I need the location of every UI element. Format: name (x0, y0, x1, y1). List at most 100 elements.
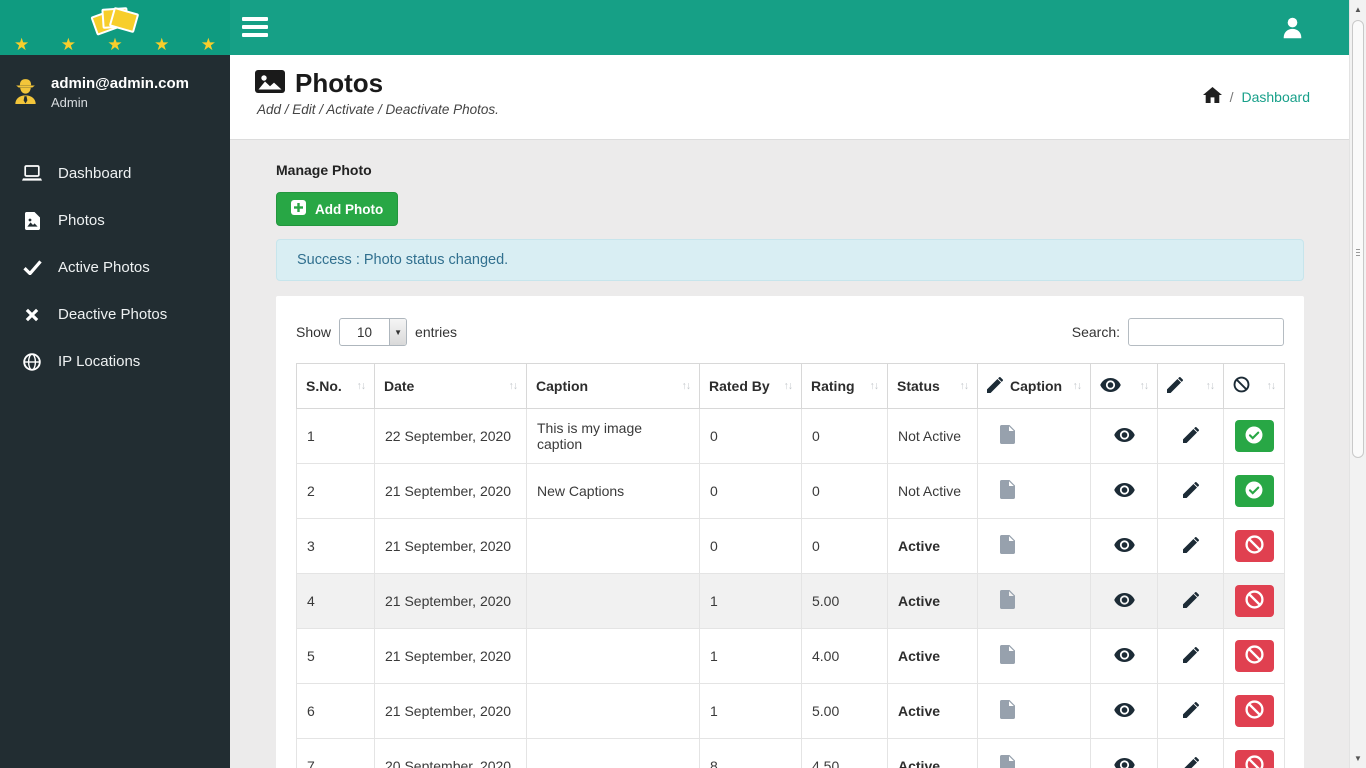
page-length-value: 10 (357, 324, 373, 340)
chevron-down-icon: ▼ (389, 319, 407, 345)
file-icon[interactable] (1000, 535, 1015, 557)
view-eye-icon[interactable] (1113, 757, 1135, 768)
add-photo-button[interactable]: Add Photo (276, 192, 399, 226)
breadcrumb-dashboard-link[interactable]: Dashboard (1242, 89, 1311, 105)
view-eye-icon[interactable] (1113, 482, 1135, 500)
column-header-rated-by[interactable]: Rated By ↑↓ (699, 363, 802, 409)
content-body: Manage Photo Add Photo Success : Photo s… (230, 140, 1366, 768)
table-header-row: S.No. ↑↓ Date ↑↓ Caption ↑↓ Rated By ↑↓ Rati… (296, 363, 1285, 409)
activate-button[interactable] (1234, 420, 1274, 452)
column-header-date[interactable]: Date ↑↓ (374, 363, 527, 409)
deactivate-button[interactable] (1234, 750, 1274, 768)
cell-view (1090, 463, 1158, 519)
cell-edit (1157, 573, 1224, 629)
view-eye-icon[interactable] (1113, 592, 1135, 610)
sidebar: ★ ★ ★ ★ ★ admin@admin.com Admin Dashboard (0, 0, 230, 768)
cell-edit (1157, 628, 1224, 684)
user-panel: admin@admin.com Admin (0, 55, 230, 128)
cell-status: Active (887, 573, 978, 629)
cell-rating: 5.00 (801, 573, 888, 629)
cell-action (1223, 573, 1285, 629)
column-header-edit-caption[interactable]: Caption ↑↓ (977, 363, 1091, 409)
hamburger-menu-icon[interactable] (242, 13, 270, 41)
cell-date: 22 September, 2020 (374, 408, 527, 464)
edit-pencil-icon[interactable] (1183, 756, 1199, 768)
cell-sno: 5 (296, 628, 375, 684)
cell-rated-by: 8 (699, 738, 802, 768)
edit-pencil-icon[interactable] (1182, 591, 1199, 611)
edit-pencil-icon[interactable] (1182, 536, 1199, 556)
edit-pencil-icon[interactable] (1182, 701, 1199, 721)
file-icon[interactable] (1000, 590, 1015, 612)
cell-rated-by: 0 (699, 408, 802, 464)
deactivate-button[interactable] (1234, 530, 1274, 562)
deactivate-button[interactable] (1234, 695, 1274, 727)
file-icon[interactable] (1000, 700, 1015, 722)
scroll-down-arrow-icon[interactable]: ▼ (1350, 750, 1366, 767)
user-secret-icon (12, 77, 39, 109)
file-icon[interactable] (1000, 645, 1015, 667)
table-body: 1 22 September, 2020 This is my image capt… (296, 408, 1285, 768)
view-eye-icon[interactable] (1113, 647, 1135, 665)
sidebar-item-active-photos[interactable]: Active Photos (0, 244, 230, 291)
page-length-control: Show 10 ▼ entries (296, 318, 457, 346)
globe-icon (22, 352, 42, 371)
sidebar-item-label: Deactive Photos (58, 306, 168, 323)
sort-icon: ↑↓ (783, 380, 793, 392)
scrollbar-thumb[interactable] (1352, 20, 1364, 458)
add-photo-label: Add Photo (315, 201, 384, 217)
cell-rating: 0 (801, 518, 888, 574)
activate-button[interactable] (1234, 475, 1274, 507)
cell-sno: 4 (296, 573, 375, 629)
edit-pencil-icon[interactable] (1182, 426, 1199, 446)
edit-pencil-icon[interactable] (1182, 481, 1199, 501)
sidebar-item-deactive-photos[interactable]: Deactive Photos (0, 291, 230, 338)
file-icon[interactable] (1000, 480, 1015, 502)
column-header-rating[interactable]: Rating ↑↓ (801, 363, 888, 409)
deactivate-button[interactable] (1234, 585, 1274, 617)
ban-icon (1244, 535, 1264, 557)
cell-date: 21 September, 2020 (374, 463, 527, 519)
file-image-icon (22, 211, 42, 230)
scroll-up-arrow-icon[interactable]: ▲ (1350, 1, 1366, 18)
check-circle-icon (1245, 426, 1263, 447)
user-account-icon[interactable] (1281, 16, 1304, 44)
file-icon[interactable] (1000, 755, 1015, 768)
scrollbar-grip (1356, 249, 1360, 256)
vertical-scrollbar[interactable]: ▲ ▼ (1349, 0, 1366, 768)
cell-date: 21 September, 2020 (374, 628, 527, 684)
plus-square-icon (291, 200, 306, 218)
deactivate-button[interactable] (1234, 640, 1274, 672)
view-eye-icon[interactable] (1113, 427, 1135, 445)
column-header-view[interactable]: ↑↓ (1090, 363, 1158, 409)
sidebar-item-ip-locations[interactable]: IP Locations (0, 338, 230, 385)
column-header-toggle-status[interactable]: ↑↓ (1223, 363, 1285, 409)
breadcrumb: / Dashboard (1202, 87, 1311, 106)
content-area: Photos Add / Edit / Activate / Deactivat… (230, 55, 1366, 768)
edit-pencil-icon[interactable] (1182, 646, 1199, 666)
cell-rated-by: 1 (699, 628, 802, 684)
column-header-sno[interactable]: S.No. ↑↓ (296, 363, 375, 409)
cell-date: 21 September, 2020 (374, 683, 527, 739)
home-icon[interactable] (1202, 87, 1222, 106)
user-email: admin@admin.com (51, 75, 189, 92)
sidebar-item-dashboard[interactable]: Dashboard (0, 150, 230, 197)
column-header-caption[interactable]: Caption ↑↓ (526, 363, 700, 409)
sidebar-item-photos[interactable]: Photos (0, 197, 230, 244)
sidebar-item-label: Photos (58, 212, 105, 229)
search-input[interactable] (1128, 318, 1284, 346)
cell-status: Active (887, 518, 978, 574)
sidebar-menu: Dashboard Photos Active Photos Deactive … (0, 150, 230, 385)
view-eye-icon[interactable] (1113, 702, 1135, 720)
table-row: 4 21 September, 2020 1 5.00 Active (296, 573, 1285, 629)
topbar (230, 0, 1366, 55)
show-label: Show (296, 324, 332, 340)
cell-rated-by: 1 (699, 573, 802, 629)
column-header-edit[interactable]: ↑↓ (1157, 363, 1224, 409)
page-length-select[interactable]: 10 ▼ (339, 318, 408, 346)
view-eye-icon[interactable] (1113, 537, 1135, 555)
check-icon (22, 260, 42, 275)
column-header-status[interactable]: Status ↑↓ (887, 363, 978, 409)
file-icon[interactable] (1000, 425, 1015, 447)
sort-icon: ↑↓ (1266, 380, 1276, 392)
